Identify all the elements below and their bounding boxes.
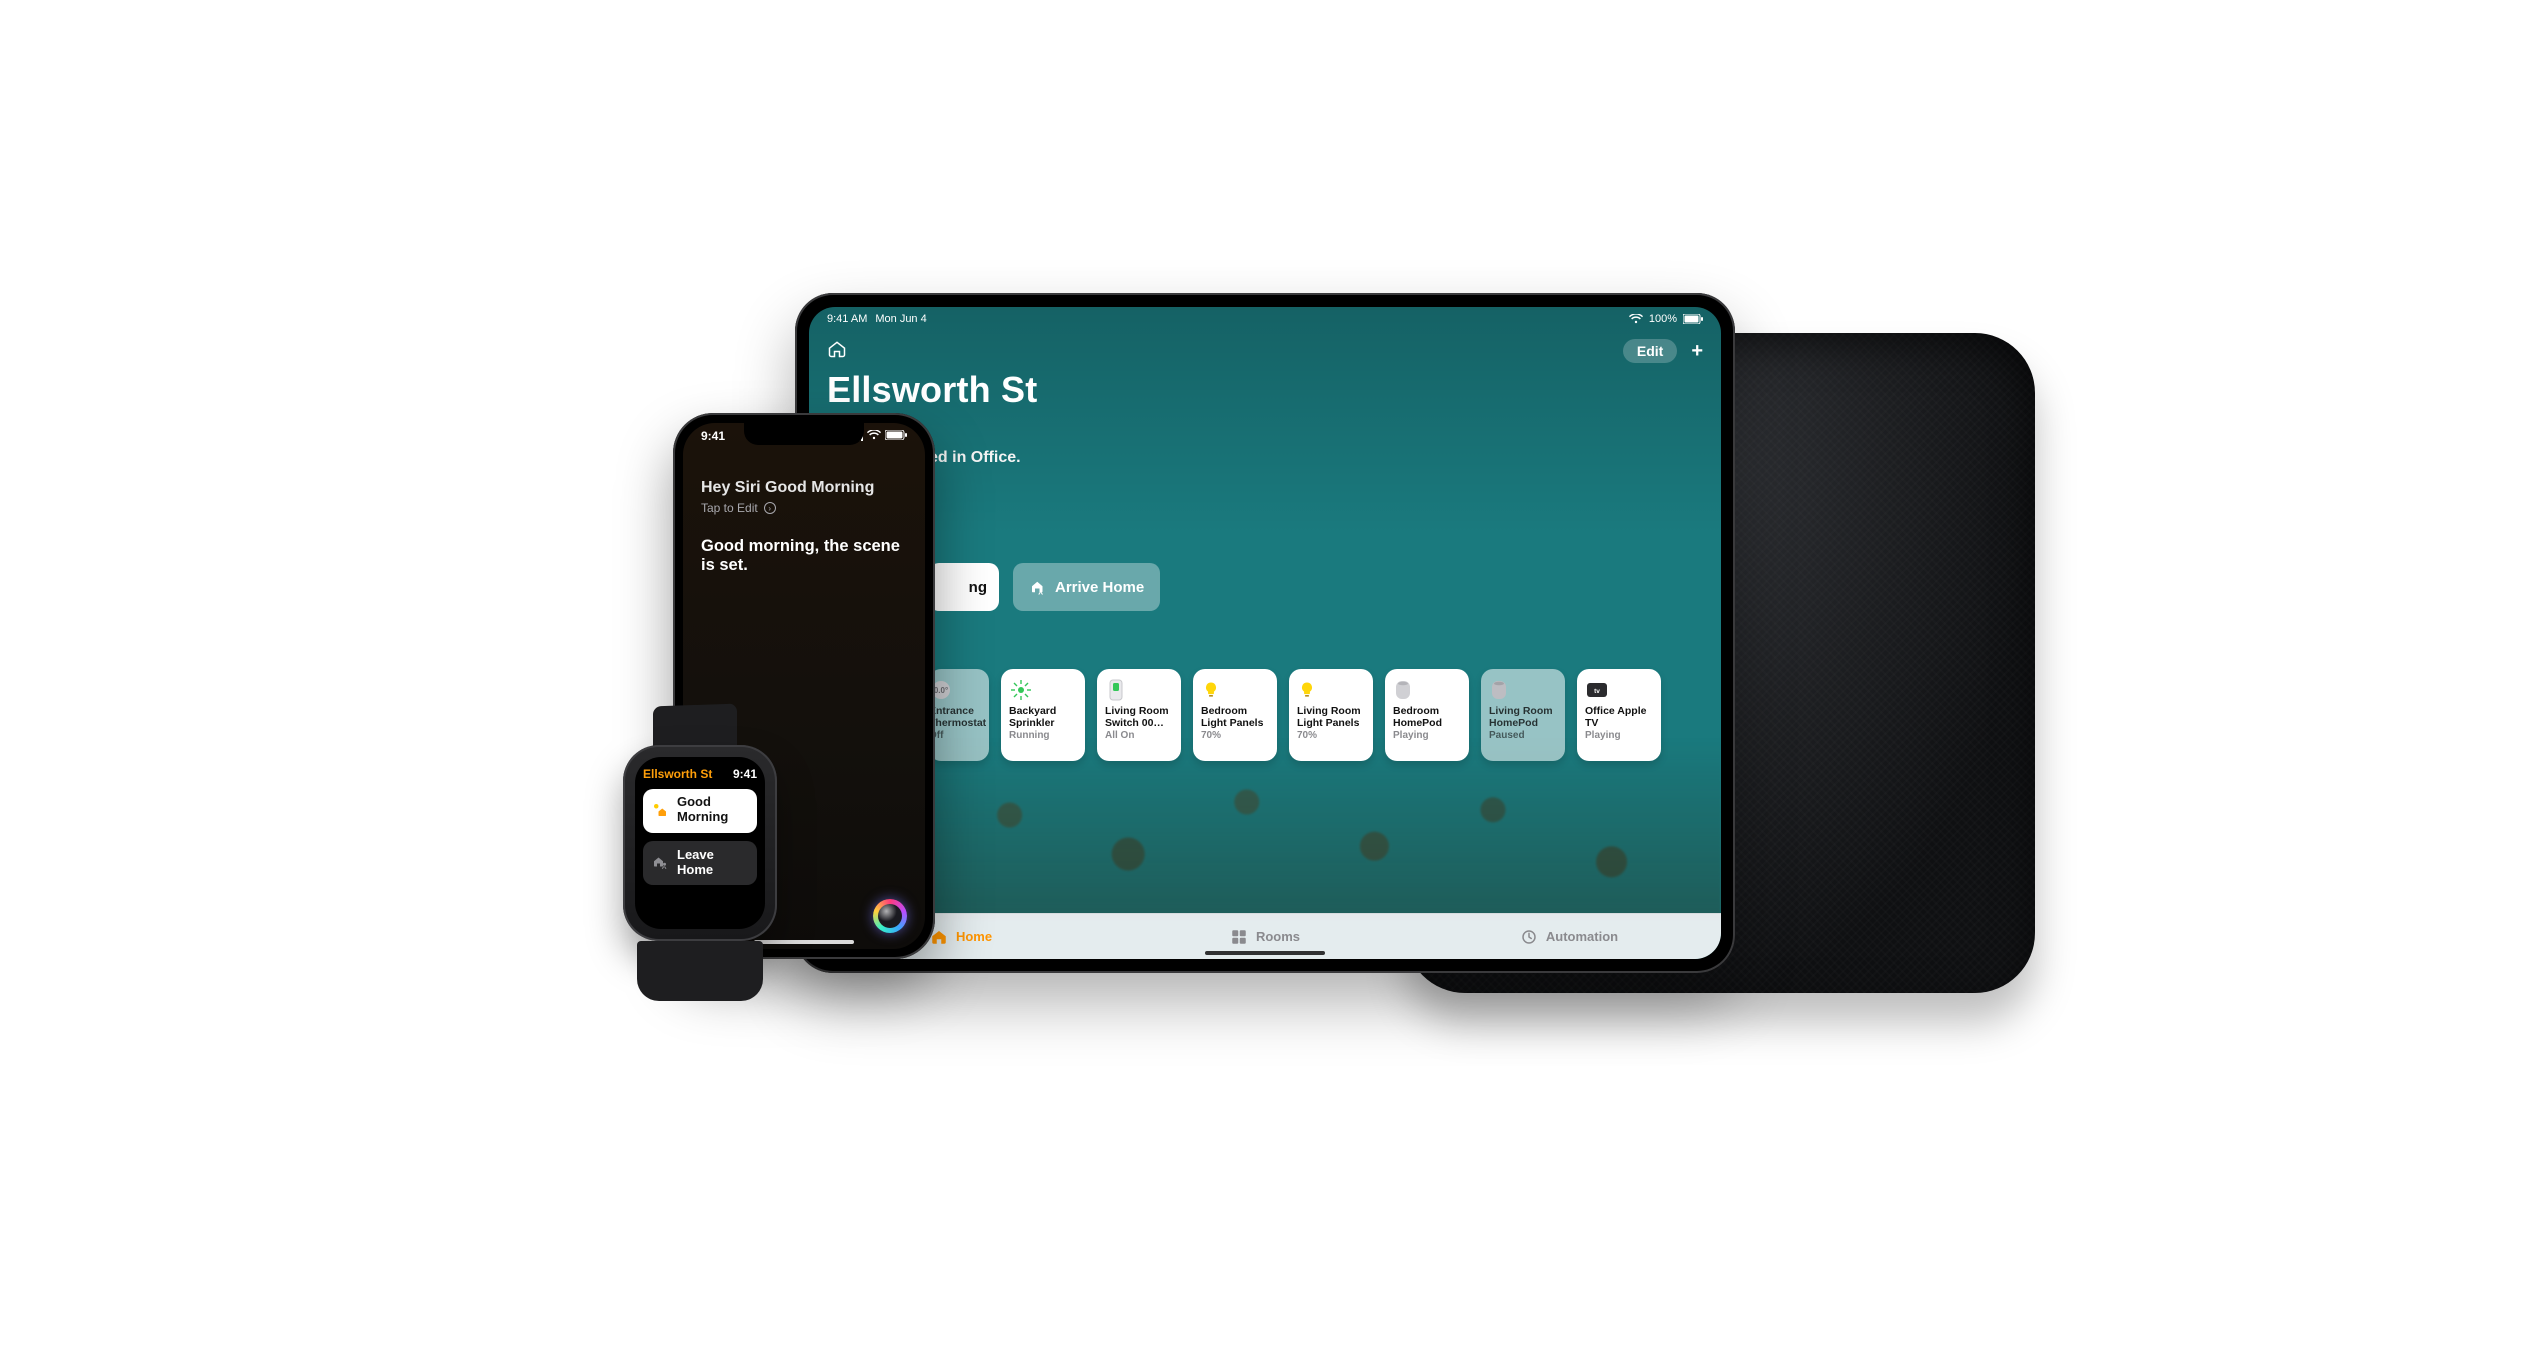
tile-living-room-light-panels[interactable]: Living Room Light Panels 70% <box>1289 669 1373 761</box>
siri-user-utterance: Hey Siri Good Morning <box>701 479 907 497</box>
thermostat-icon: 0.0° <box>929 677 981 703</box>
sun-house-icon <box>651 801 669 819</box>
watch-device: Ellsworth St 9:41 Good Morning Leave Hom… <box>623 745 777 941</box>
iphone-notch <box>744 423 864 445</box>
tile-office-apple-tv[interactable]: tv Office Apple TV Playing <box>1577 669 1661 761</box>
tile-name: Bedroom HomePod <box>1393 705 1461 729</box>
homepod-icon <box>1489 677 1557 703</box>
tile-sub: Running <box>1009 730 1077 741</box>
status-time: 9:41 <box>701 429 725 443</box>
tile-name: Living Room Switch 00… <box>1105 705 1173 729</box>
watch-status-bar: Ellsworth St 9:41 <box>643 767 757 781</box>
watch-chip-label: Leave Home <box>677 847 749 877</box>
sprinkler-icon <box>1009 677 1077 703</box>
scene-good-morning[interactable]: ng <box>929 563 999 611</box>
tile-name: Backyard Sprinkler <box>1009 705 1077 729</box>
tile-living-room-homepod[interactable]: Living Room HomePod Paused <box>1481 669 1565 761</box>
tile-sub: Off <box>929 730 981 741</box>
tile-entrance-thermostat[interactable]: 0.0° Entrance Thermostat Off <box>929 669 989 761</box>
siri-response: Good morning, the scene is set. <box>701 537 907 575</box>
watch-title: Ellsworth St <box>643 767 712 781</box>
tile-name: Entrance Thermostat <box>929 705 981 729</box>
tile-name: Office Apple TV <box>1585 705 1653 729</box>
watch-chip-label: Good Morning <box>677 795 749 825</box>
leave-home-icon <box>651 853 669 871</box>
scene-label: Arrive Home <box>1055 579 1144 596</box>
home-indicator[interactable] <box>1205 951 1325 955</box>
tab-label: Rooms <box>1256 929 1300 944</box>
wifi-icon <box>867 429 881 443</box>
tile-sub: 70% <box>1201 730 1269 741</box>
ipad-home-app: 9:41 AM Mon Jun 4 100% <box>809 307 1721 959</box>
ipad-device: 9:41 AM Mon Jun 4 100% <box>795 293 1735 973</box>
edit-button[interactable]: Edit <box>1623 339 1677 363</box>
tile-name: Living Room Light Panels <box>1297 705 1365 729</box>
automation-tab-icon <box>1520 928 1538 946</box>
tab-rooms[interactable]: Rooms <box>1113 928 1417 946</box>
watch-home-app: Ellsworth St 9:41 Good Morning Leave Hom… <box>635 757 765 929</box>
home-indicator[interactable] <box>754 940 854 944</box>
chevron-right-icon: › <box>764 502 776 514</box>
home-icon[interactable] <box>827 339 847 359</box>
tile-sub: Playing <box>1393 730 1461 741</box>
tile-living-room-switch[interactable]: Living Room Switch 00… All On <box>1097 669 1181 761</box>
svg-text:0.0°: 0.0° <box>934 686 948 695</box>
status-subtitle: ed in Office. <box>929 449 1721 467</box>
watch-band <box>637 941 763 1001</box>
tab-automation[interactable]: Automation <box>1417 928 1721 946</box>
tile-bedroom-light-panels[interactable]: Bedroom Light Panels 70% <box>1193 669 1277 761</box>
tap-to-edit-button[interactable]: Tap to Edit › <box>701 501 907 515</box>
appletv-icon: tv <box>1585 677 1653 703</box>
ipad-tab-bar: Home Rooms Automation <box>809 913 1721 959</box>
tile-name: Bedroom Light Panels <box>1201 705 1269 729</box>
siri-orb-icon[interactable] <box>873 899 907 933</box>
tile-sub: Paused <box>1489 730 1557 741</box>
watch-scene-good-morning[interactable]: Good Morning <box>643 789 757 833</box>
battery-icon <box>885 429 907 443</box>
scene-arrive-home[interactable]: Arrive Home <box>1013 563 1160 611</box>
bulb-icon <box>1297 677 1365 703</box>
tap-to-edit-label: Tap to Edit <box>701 501 758 515</box>
tile-sub: Playing <box>1585 730 1653 741</box>
arrive-home-icon <box>1029 578 1047 596</box>
favorite-scenes-row: ng Arrive Home <box>929 563 1721 611</box>
switch-icon <box>1105 677 1173 703</box>
home-name-title: Ellsworth St <box>827 369 1721 411</box>
tab-label: Automation <box>1546 929 1618 944</box>
tile-name: Living Room HomePod <box>1489 705 1557 729</box>
add-button[interactable]: + <box>1691 340 1703 363</box>
favorite-accessories-row[interactable]: 0.0° Entrance Thermostat Off Backyard Sp… <box>929 669 1721 765</box>
tab-label: Home <box>956 929 992 944</box>
rooms-tab-icon <box>1230 928 1248 946</box>
bulb-icon <box>1201 677 1269 703</box>
tile-sub: All On <box>1105 730 1173 741</box>
svg-text:tv: tv <box>1594 688 1600 695</box>
watch-time: 9:41 <box>733 767 757 781</box>
scene-label: ng <box>969 579 987 596</box>
tile-bedroom-homepod[interactable]: Bedroom HomePod Playing <box>1385 669 1469 761</box>
homepod-icon <box>1393 677 1461 703</box>
tile-backyard-sprinkler[interactable]: Backyard Sprinkler Running <box>1001 669 1085 761</box>
watch-scene-leave-home[interactable]: Leave Home <box>643 841 757 885</box>
tile-sub: 70% <box>1297 730 1365 741</box>
